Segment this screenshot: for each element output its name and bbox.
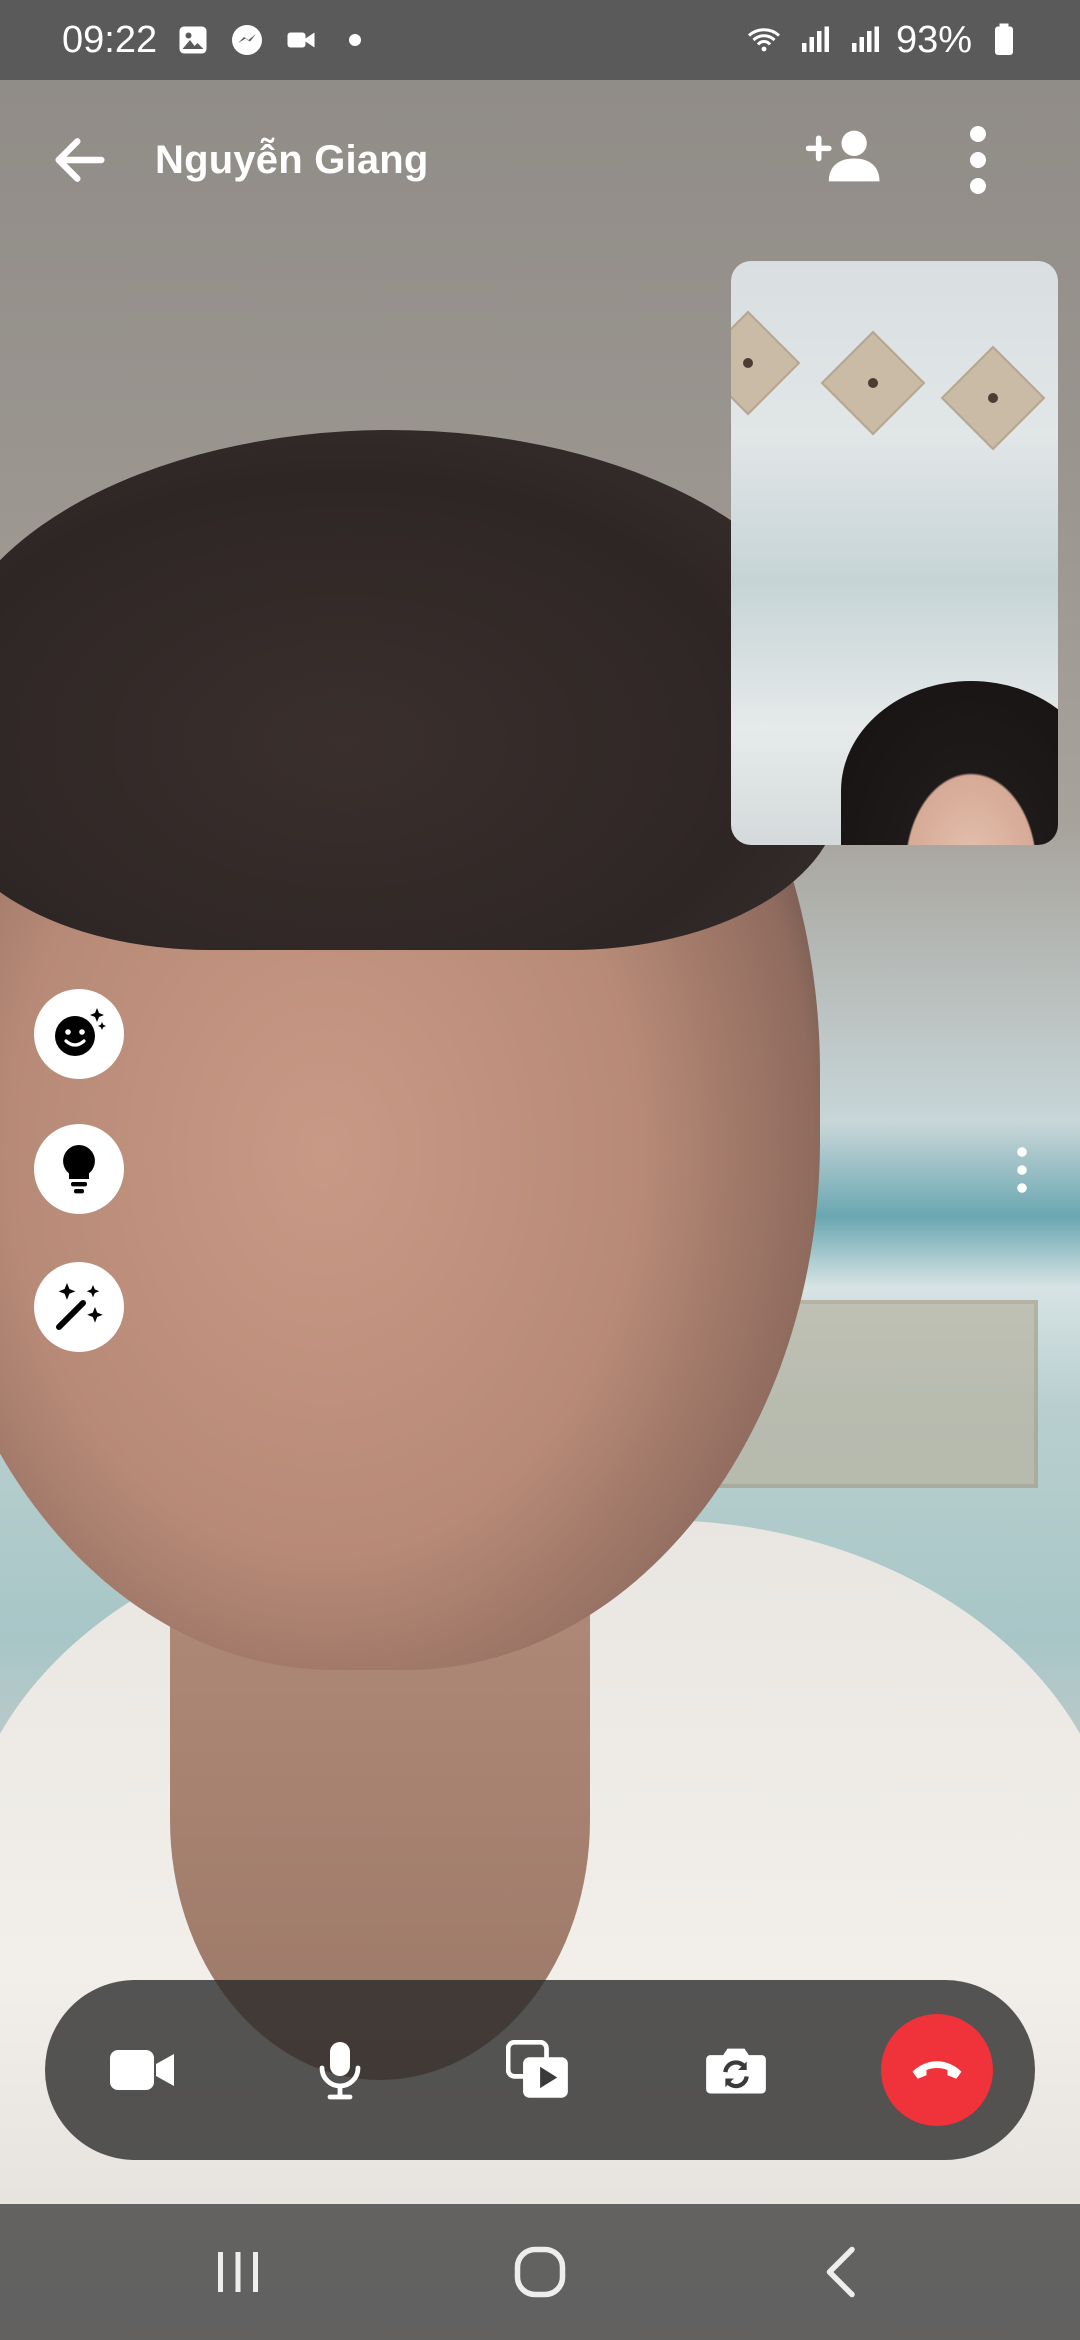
ceiling-light — [731, 310, 801, 416]
messenger-icon — [232, 25, 263, 55]
sparkle-smiley-icon — [55, 1008, 106, 1056]
share-media-button[interactable] — [483, 2015, 593, 2125]
end-call-button[interactable] — [881, 2014, 993, 2126]
call-controls-bar — [45, 1980, 1035, 2160]
lightbulb-icon — [63, 1145, 95, 1194]
magic-wand-button[interactable] — [34, 1262, 124, 1352]
microphone-icon — [319, 2042, 361, 2100]
wifi-icon — [747, 28, 780, 52]
lightbulb-button[interactable] — [34, 1124, 124, 1214]
more-options-icon[interactable] — [960, 124, 996, 196]
ceiling-light — [820, 330, 926, 436]
signal-icon-2 — [851, 26, 879, 52]
video-icon — [287, 32, 315, 48]
microphone-button[interactable] — [285, 2015, 395, 2125]
add-person-icon[interactable] — [806, 124, 882, 188]
caller-name: Nguyễn Giang — [155, 138, 429, 182]
recent-apps-icon[interactable] — [208, 2242, 268, 2302]
video-camera-icon — [110, 2050, 174, 2090]
hang-up-icon — [912, 2061, 962, 2079]
status-bar: 09:22 93% — [0, 0, 1080, 80]
status-time: 09:22 — [62, 18, 158, 61]
call-header: Nguyễn Giang — [0, 80, 1080, 240]
share-video-icon — [506, 2040, 568, 2098]
dot-icon — [349, 34, 362, 46]
side-more-icon[interactable] — [1010, 1146, 1034, 1194]
effects-button[interactable] — [34, 989, 124, 1079]
magic-wand-icon — [56, 1283, 103, 1330]
battery-icon — [995, 23, 1013, 55]
signal-icon-1 — [801, 26, 829, 52]
self-video-preview[interactable] — [731, 261, 1058, 845]
home-icon[interactable] — [510, 2242, 570, 2302]
flip-camera-button[interactable] — [681, 2015, 791, 2125]
remote-person-hair — [0, 430, 840, 950]
camera-toggle-button[interactable] — [87, 2015, 197, 2125]
battery-percent: 93% — [895, 18, 972, 61]
back-arrow-icon[interactable] — [48, 128, 112, 192]
gallery-icon — [179, 26, 207, 54]
system-navigation-bar — [0, 2204, 1080, 2340]
ceiling-light — [940, 345, 1046, 451]
self-person — [841, 681, 1058, 845]
nav-back-icon[interactable] — [812, 2242, 872, 2302]
flip-camera-icon — [706, 2048, 766, 2094]
